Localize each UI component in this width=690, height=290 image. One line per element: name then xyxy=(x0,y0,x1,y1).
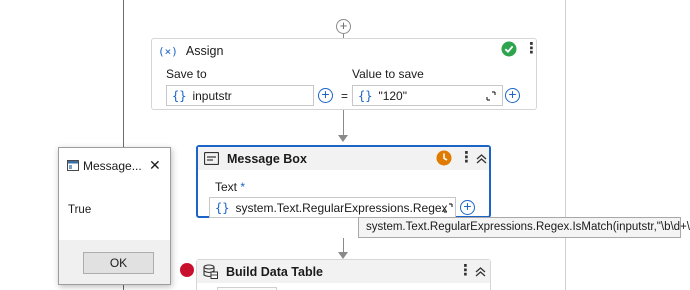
dialog-message: True xyxy=(68,204,92,216)
required-mark: * xyxy=(240,180,246,194)
dialog-titlebar[interactable]: Message... ✕ xyxy=(59,148,170,183)
build-data-table-header: Build Data Table xyxy=(197,260,490,283)
collapse-icon[interactable] xyxy=(475,267,486,277)
build-data-table-title: Build Data Table xyxy=(226,264,324,279)
canvas-right-border xyxy=(565,0,566,290)
expand-editor-icon[interactable] xyxy=(486,91,496,101)
dialog-body: True xyxy=(59,183,170,240)
check-circle-icon xyxy=(501,41,517,57)
expression-braces-icon: {} xyxy=(358,88,373,103)
save-to-add-button[interactable]: + xyxy=(318,87,333,103)
value-to-save-input[interactable]: {} "120" xyxy=(352,85,503,106)
x-variable-icon: (×) xyxy=(158,44,178,58)
save-to-input[interactable]: {} inputstr xyxy=(166,85,314,106)
breakpoint-indicator[interactable] xyxy=(180,263,194,277)
text-label-text: Text xyxy=(215,180,238,194)
ok-button[interactable]: OK xyxy=(83,252,154,274)
connector-line xyxy=(343,110,344,135)
save-to-value: inputstr xyxy=(192,88,232,103)
message-box-icon xyxy=(204,152,219,165)
message-box-more-icon[interactable]: ⋮ xyxy=(459,150,474,165)
connector-line xyxy=(343,238,344,253)
assign-title: Assign xyxy=(185,44,224,58)
expression-braces-icon: {} xyxy=(172,88,187,103)
app-window-icon xyxy=(67,160,79,171)
expression-braces-icon: {} xyxy=(215,200,230,215)
assign-more-icon[interactable]: ⋮ xyxy=(524,41,539,56)
build-data-table-activity[interactable]: Build Data Table ⋮ xyxy=(196,259,491,290)
expand-editor-icon[interactable] xyxy=(443,203,453,213)
expression-tooltip: system.Text.RegularExpressions.Regex.IsM… xyxy=(358,217,690,238)
database-table-icon xyxy=(203,264,218,279)
value-to-save-label: Value to save xyxy=(352,67,424,81)
text-input[interactable]: {} system.Text.RegularExpressions.Regex.… xyxy=(209,197,456,218)
text-label: Text * xyxy=(215,180,245,194)
connector-arrow xyxy=(338,252,348,259)
value-add-button[interactable]: + xyxy=(505,87,520,103)
clock-warning-icon xyxy=(436,150,452,166)
value-to-save-value: "120" xyxy=(378,88,407,103)
text-add-button[interactable]: + xyxy=(460,199,475,215)
add-activity-button[interactable]: + xyxy=(336,19,351,34)
save-to-label: Save to xyxy=(166,67,207,81)
text-value: system.Text.RegularExpressions.Regex.IsM… xyxy=(235,200,448,215)
message-box-activity[interactable]: Message Box ⋮ Text * {} system.Text.Regu… xyxy=(196,145,491,218)
equals-sign: = xyxy=(341,89,349,103)
collapse-icon[interactable] xyxy=(476,154,487,164)
close-icon[interactable]: ✕ xyxy=(149,157,161,174)
build-data-table-more-icon[interactable]: ⋮ xyxy=(458,263,473,278)
message-dialog: Message... ✕ True OK xyxy=(58,147,171,285)
message-box-title: Message Box xyxy=(227,151,307,166)
assign-header: (×) Assign xyxy=(152,39,536,63)
connector-arrow xyxy=(338,135,348,142)
assign-activity[interactable]: (×) Assign ⋮ Save to Value to save {} in… xyxy=(151,38,539,110)
dialog-title: Message... xyxy=(83,159,142,173)
